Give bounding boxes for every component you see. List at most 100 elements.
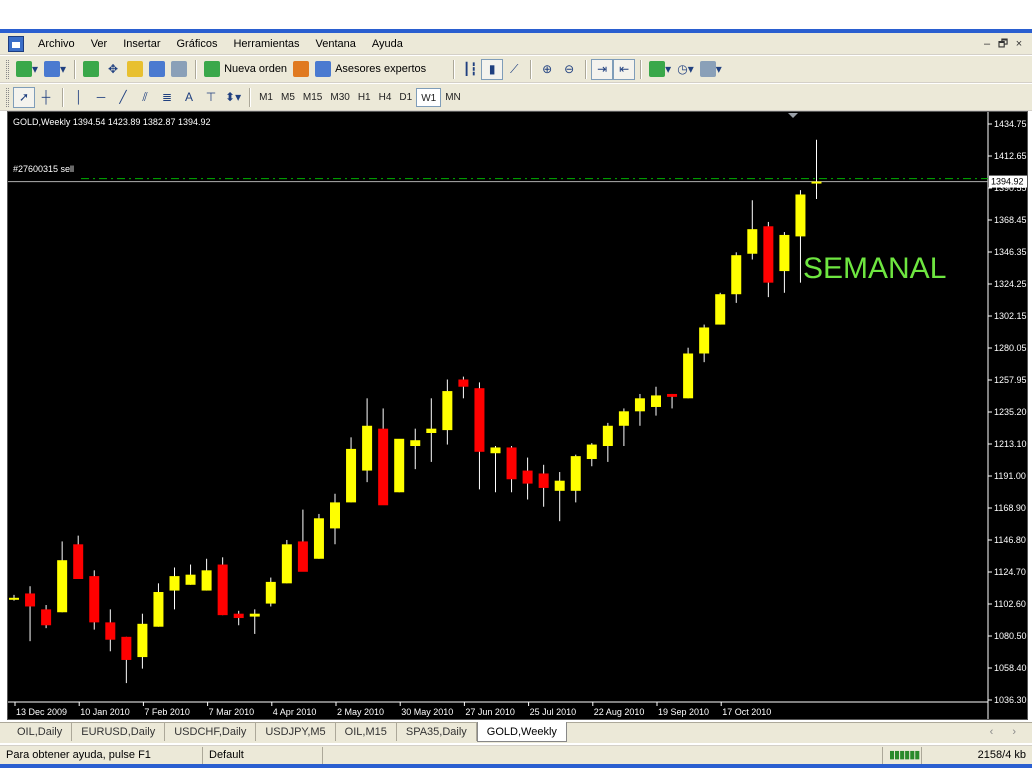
restore-button[interactable]: 🗗 (996, 37, 1010, 51)
price-tick-label: 1191.00 (994, 471, 1026, 481)
candle-body (795, 194, 806, 237)
timeframe-m30[interactable]: M30 (326, 88, 353, 107)
candle-body (313, 518, 324, 559)
text-button[interactable]: A (178, 87, 200, 108)
timeframe-mn[interactable]: MN (441, 88, 465, 107)
chart-shift-icon: ⇤ (619, 62, 630, 76)
menu-graficos[interactable]: Gráficos (169, 36, 226, 52)
timeframe-m1[interactable]: M1 (255, 88, 277, 107)
candle (522, 457, 533, 500)
tab-usdchf-daily[interactable]: USDCHF,Daily (165, 723, 257, 741)
status-bar: Para obtener ayuda, pulse F1 Default ▮▮▮… (0, 745, 1032, 764)
templates-button[interactable]: ▾ (697, 59, 725, 80)
arrows-button[interactable]: ⬍ ▾ (222, 87, 244, 108)
vertical-line-button[interactable]: │ (68, 87, 90, 108)
candle-body (9, 597, 19, 600)
menu-archivo[interactable]: Archivo (30, 36, 83, 52)
candle-body (538, 473, 549, 488)
equidistant-channel-button[interactable]: ⫽ (134, 87, 156, 108)
text-label-button[interactable]: ⊤ (200, 87, 222, 108)
new-chart-button[interactable]: ▾ (13, 59, 41, 80)
bar-chart-button[interactable]: ┃┇ (459, 59, 481, 80)
tab-spa35-daily[interactable]: SPA35,Daily (397, 723, 477, 741)
zoom-in-button[interactable]: ⊕ (536, 59, 558, 80)
timeframe-m5[interactable]: M5 (277, 88, 299, 107)
candlestick-button[interactable]: ▮ (481, 58, 504, 80)
candle (281, 539, 292, 584)
market-watch-button[interactable] (80, 59, 102, 80)
navigator-button[interactable] (124, 59, 146, 80)
menu-ventana[interactable]: Ventana (308, 36, 364, 52)
candle (378, 408, 389, 506)
child-window-icon[interactable] (8, 35, 24, 52)
toolbar-grip[interactable] (6, 59, 9, 79)
chart-shift-marker-icon[interactable] (788, 113, 798, 118)
chart-canvas[interactable]: 1434.751412.651390.551368.451346.351324.… (8, 112, 1027, 719)
expert-advisors-button[interactable]: Asesores expertos (312, 59, 429, 80)
terminal-button[interactable] (146, 59, 168, 80)
price-tick-label: 1368.45 (994, 215, 1027, 225)
tab-oil-daily[interactable]: OIL,Daily (8, 723, 73, 741)
tab-eurusd-daily[interactable]: EURUSD,Daily (72, 723, 166, 741)
tab-gold-weekly[interactable]: GOLD,Weekly (476, 722, 567, 742)
separator (195, 59, 197, 79)
timeframe-m15[interactable]: M15 (299, 88, 326, 107)
data-window-button[interactable]: ✥ (102, 59, 124, 80)
current-price-label: 1394.92 (991, 177, 1024, 187)
timeframe-h4[interactable]: H4 (375, 88, 396, 107)
window-border (0, 764, 1032, 768)
time-tick-label: 17 Oct 2010 (722, 707, 771, 717)
timeframe-d1[interactable]: D1 (395, 88, 416, 107)
tab-usdjpy-m5[interactable]: USDJPY,M5 (256, 723, 336, 741)
candle-body (490, 447, 501, 454)
menu-ver[interactable]: Ver (83, 36, 116, 52)
candle (602, 422, 613, 462)
candle (105, 609, 116, 652)
candle (618, 408, 629, 447)
candlestick-icon: ▮ (488, 62, 496, 76)
trendline-button[interactable]: ╱ (112, 87, 134, 108)
menu-insertar[interactable]: Insertar (115, 36, 168, 52)
price-tick-label: 1124.70 (994, 567, 1026, 577)
separator (62, 87, 63, 107)
metaeditor-button[interactable] (290, 59, 312, 80)
candle-body (683, 353, 694, 399)
candle (153, 583, 164, 627)
standard-toolbar: ▾ ▾ ✥ Nueva orden Asesores expertos ┃┇ ▮… (0, 56, 1032, 83)
candle (217, 557, 228, 616)
candle-body (249, 613, 260, 617)
chart-shift-button[interactable]: ⇤ (613, 58, 636, 80)
toolbar-grip[interactable] (6, 87, 9, 107)
price-tick-label: 1168.90 (994, 503, 1026, 513)
candle-body (426, 428, 437, 433)
indicators-button[interactable]: ▾ (646, 59, 674, 80)
chart-window[interactable]: 1434.75 1412.65 1390.55 1368.45 1346.35 1324.… (7, 111, 1028, 720)
menu-ayuda[interactable]: Ayuda (364, 36, 411, 52)
menu-herramientas[interactable]: Herramientas (225, 36, 307, 52)
minimize-button[interactable]: – (980, 37, 994, 51)
candle-body (121, 636, 132, 660)
timeframe-h1[interactable]: H1 (354, 88, 375, 107)
tab-scroll-arrows[interactable]: ‹ › (982, 723, 1032, 741)
candle-body (281, 544, 292, 584)
auto-scroll-button[interactable]: ⇥ (591, 58, 614, 80)
strategy-tester-button[interactable] (168, 59, 190, 80)
line-chart-button[interactable]: ⟋ (503, 59, 525, 80)
crosshair-button[interactable]: ┼ (35, 87, 57, 108)
separator (74, 59, 76, 79)
tab-oil-m15[interactable]: OIL,M15 (336, 723, 397, 741)
profiles-button[interactable]: ▾ (41, 59, 69, 80)
candle (811, 139, 822, 199)
zoom-out-button[interactable]: ⊖ (558, 59, 580, 80)
candle-body (634, 398, 645, 412)
close-button[interactable]: × (1012, 37, 1026, 51)
candle (506, 446, 517, 493)
timeframe-w1[interactable]: W1 (416, 87, 442, 107)
candle (313, 513, 324, 559)
periods-button[interactable]: ◷ ▾ (674, 59, 697, 80)
cursor-button[interactable]: ➚ (13, 86, 35, 108)
price-tick-label: 1302.15 (994, 311, 1027, 321)
new-order-button[interactable]: Nueva orden (201, 59, 290, 80)
horizontal-line-button[interactable]: ─ (90, 87, 112, 108)
fibonacci-button[interactable]: ≣ (156, 87, 178, 108)
